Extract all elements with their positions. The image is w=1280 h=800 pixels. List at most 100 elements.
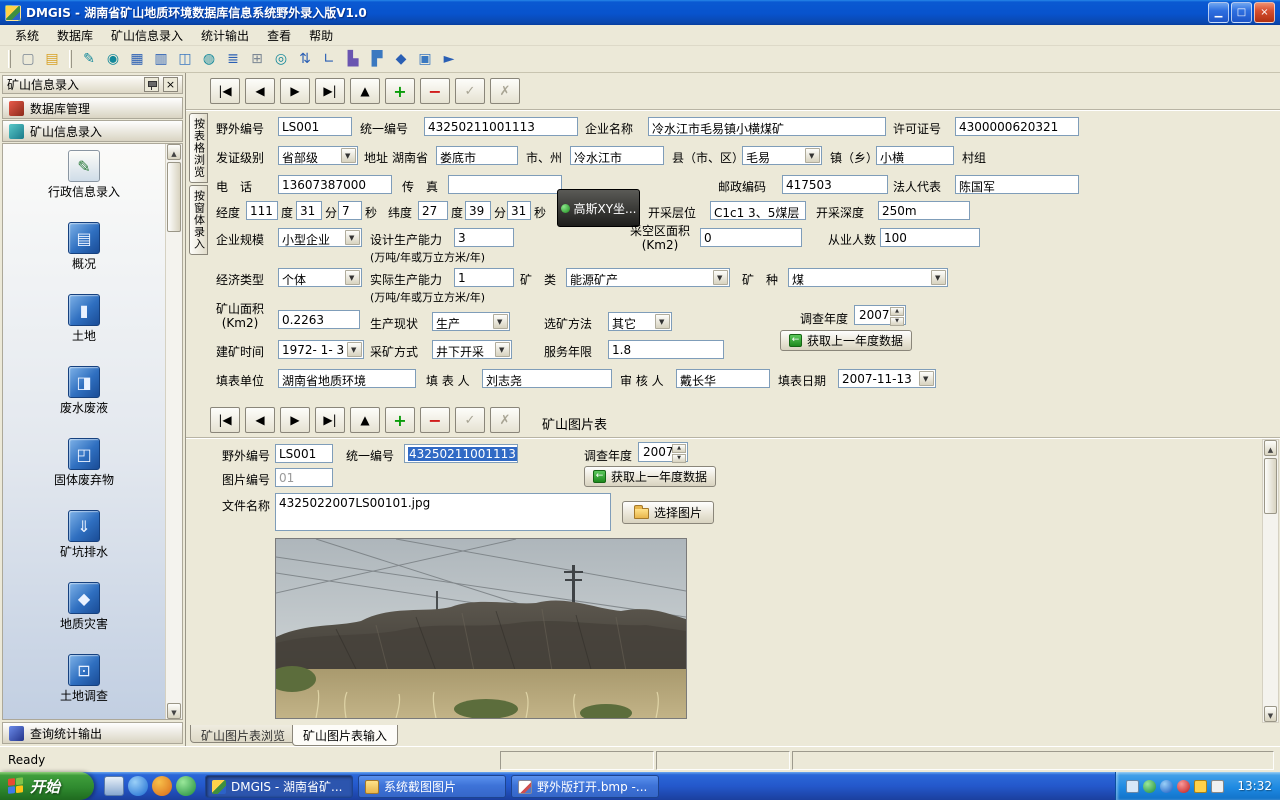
dressing-method-select[interactable]: 其它 xyxy=(608,312,672,331)
picture-no-input[interactable]: 01 xyxy=(275,468,333,487)
scroll-down-icon[interactable] xyxy=(1264,706,1277,722)
service-life-input[interactable]: 1.8 xyxy=(608,340,724,359)
diamond-icon[interactable]: ◆ xyxy=(390,48,412,70)
up-button[interactable]: ▲ xyxy=(350,78,380,104)
enterprise-scale-select[interactable]: 小型企业 xyxy=(278,228,362,247)
prefecture-input[interactable]: 冷水江市 xyxy=(570,146,664,165)
cancel-edit-button[interactable]: ✗ xyxy=(490,78,520,104)
actual-capacity-input[interactable]: 1 xyxy=(454,268,514,287)
mineral-kind-select[interactable]: 煤 xyxy=(788,268,948,287)
picture-scrollbar[interactable] xyxy=(1262,439,1279,723)
sidebar-group-query-output[interactable]: 查询统计输出 xyxy=(2,722,183,744)
pin-icon[interactable] xyxy=(144,77,159,92)
layers-icon[interactable]: ≣ xyxy=(222,48,244,70)
county-select[interactable]: 毛易 xyxy=(742,146,822,165)
pic-next-record-button[interactable]: ▶ xyxy=(280,407,310,433)
sidebar-scrollbar[interactable] xyxy=(165,144,182,719)
choose-picture-button[interactable]: 选择图片 xyxy=(622,501,714,524)
pic-insert-record-button[interactable]: + xyxy=(385,407,415,433)
spinner-buttons[interactable] xyxy=(890,307,904,323)
taskbar-task-image[interactable]: 野外版打开.bmp -... xyxy=(511,775,659,798)
open-folder-icon[interactable]: ▤ xyxy=(41,48,63,70)
pic-cancel-edit-button[interactable]: ✗ xyxy=(490,407,520,433)
scroll-up-icon[interactable] xyxy=(1264,440,1277,456)
mine-area-input[interactable]: 0.2263 xyxy=(278,310,360,329)
next-record-button[interactable]: ▶ xyxy=(280,78,310,104)
menu-mine-entry[interactable]: 矿山信息录入 xyxy=(102,25,192,46)
print-icon[interactable]: ⊞ xyxy=(246,48,268,70)
stamp-icon[interactable]: ✎ xyxy=(78,48,100,70)
sidebar-item-waste-water[interactable]: ◨ 废水废液 xyxy=(3,360,165,432)
survey-year-spinner[interactable]: 2007 xyxy=(854,305,906,325)
menu-help[interactable]: 帮助 xyxy=(300,25,342,46)
city-input[interactable]: 娄底市 xyxy=(436,146,518,165)
license-no-input[interactable]: 4300000620321 xyxy=(955,117,1079,136)
input-method-icon[interactable] xyxy=(1211,780,1224,793)
pic-first-record-button[interactable]: |◀ xyxy=(210,407,240,433)
taskbar-task-folder[interactable]: 系统截图图片 xyxy=(358,775,506,798)
pic-post-edit-button[interactable]: ✓ xyxy=(455,407,485,433)
pic-unified-no-input[interactable]: 43250211001113 xyxy=(404,444,518,463)
tab-picture-browse[interactable]: 矿山图片表浏览 xyxy=(190,725,296,743)
pic-last-record-button[interactable]: ▶| xyxy=(315,407,345,433)
menu-system[interactable]: 系统 xyxy=(6,25,48,46)
pic-prev-record-button[interactable]: ◀ xyxy=(245,407,275,433)
last-record-button[interactable]: ▶| xyxy=(315,78,345,104)
mining-horizon-input[interactable]: C1c1 3、5煤层 xyxy=(710,201,806,220)
latitude-deg-input[interactable]: 27 xyxy=(418,201,448,220)
founding-date-select[interactable]: 1972- 1- 3 xyxy=(278,340,364,359)
postcode-input[interactable]: 417503 xyxy=(782,175,888,194)
media-player-icon[interactable] xyxy=(152,776,172,796)
sidebar-item-geo-hazard[interactable]: ◆ 地质灾害 xyxy=(3,576,165,648)
delete-record-button[interactable]: − xyxy=(420,78,450,104)
economy-type-select[interactable]: 个体 xyxy=(278,268,362,287)
chevron-down-icon[interactable] xyxy=(347,342,362,357)
chevron-down-icon[interactable] xyxy=(655,314,670,329)
unified-no-input[interactable]: 43250211001113 xyxy=(424,117,578,136)
scroll-thumb[interactable] xyxy=(1264,458,1277,514)
sidebar-item-land[interactable]: ▮ 土地 xyxy=(3,288,165,360)
goaf-area-input[interactable]: 0 xyxy=(700,228,802,247)
scroll-up-icon[interactable] xyxy=(167,144,181,160)
insert-record-button[interactable]: + xyxy=(385,78,415,104)
show-desktop-icon[interactable] xyxy=(104,776,124,796)
production-status-select[interactable]: 生产 xyxy=(432,312,510,331)
tray-blue-icon[interactable] xyxy=(1160,780,1173,793)
sort-icon[interactable]: ⇅ xyxy=(294,48,316,70)
file-name-input[interactable]: 4325022007LS00101.jpg xyxy=(275,493,611,531)
spinner-buttons[interactable] xyxy=(672,444,686,460)
sidebar-item-admin-info[interactable]: ✎ 行政信息录入 xyxy=(3,144,165,216)
filling-unit-input[interactable]: 湖南省地质环境 xyxy=(278,369,416,388)
sphere-icon[interactable]: ◍ xyxy=(198,48,220,70)
pic-survey-year-spinner[interactable]: 2007 xyxy=(638,442,688,462)
gauss-xy-button[interactable]: 高斯XY坐... xyxy=(557,189,640,227)
chart2-icon[interactable]: ▛ xyxy=(366,48,388,70)
filler-input[interactable]: 刘志尧 xyxy=(482,369,612,388)
fax-input[interactable] xyxy=(448,175,562,194)
tray-green-icon[interactable] xyxy=(1143,780,1156,793)
chevron-down-icon[interactable] xyxy=(495,342,510,357)
employees-input[interactable]: 100 xyxy=(880,228,980,247)
tray-red-icon[interactable] xyxy=(1177,780,1190,793)
exit-arrow-icon[interactable]: ► xyxy=(438,48,460,70)
database-icon[interactable]: ◫ xyxy=(174,48,196,70)
reviewer-input[interactable]: 戴长华 xyxy=(676,369,770,388)
longitude-deg-input[interactable]: 111 xyxy=(246,201,278,220)
sidebar-group-database[interactable]: 数据库管理 xyxy=(2,97,183,119)
sidebar-item-solid-waste[interactable]: ◰ 固体废弃物 xyxy=(3,432,165,504)
chevron-down-icon[interactable] xyxy=(345,270,360,285)
first-record-button[interactable]: |◀ xyxy=(210,78,240,104)
latitude-min-input[interactable]: 39 xyxy=(465,201,491,220)
chevron-down-icon[interactable] xyxy=(931,270,946,285)
longitude-sec-input[interactable]: 7 xyxy=(338,201,362,220)
pic-get-previous-year-button[interactable]: 获取上一年度数据 xyxy=(584,466,716,487)
taskbar-task-dmgis[interactable]: DMGIS - 湖南省矿... xyxy=(205,775,353,798)
menu-stat-output[interactable]: 统计输出 xyxy=(192,25,258,46)
sidebar-item-land-survey[interactable]: ⊡ 土地调查 xyxy=(3,648,165,720)
chevron-down-icon[interactable] xyxy=(493,314,508,329)
map-sheet-icon[interactable]: ▣ xyxy=(414,48,436,70)
phone-input[interactable]: 13607387000 xyxy=(278,175,392,194)
pic-delete-record-button[interactable]: − xyxy=(420,407,450,433)
sidebar-item-pit-drainage[interactable]: ⇓ 矿坑排水 xyxy=(3,504,165,576)
vtab-form-entry[interactable]: 按窗体录入 xyxy=(189,185,208,255)
